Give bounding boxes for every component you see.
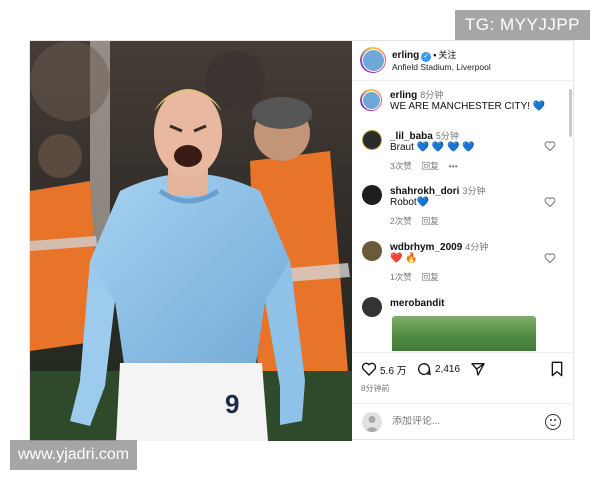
- caption-text: WE ARE MANCHESTER CITY!: [390, 101, 531, 112]
- comments-list[interactable]: erling 8分钟 WE ARE MANCHESTER CITY! 💙 _lil…: [352, 82, 575, 352]
- likes-count[interactable]: 5.6 万: [380, 362, 407, 377]
- verified-icon: ✓: [421, 52, 432, 62]
- comment-username[interactable]: shahrokh_dori: [390, 186, 459, 197]
- reply-button[interactable]: 回复: [422, 216, 439, 226]
- like-comment-heart-icon[interactable]: [544, 252, 556, 264]
- comment-text-row: Robot💙: [390, 197, 429, 208]
- author-username[interactable]: erling: [392, 50, 419, 61]
- like-group: 5.6 万: [361, 361, 407, 377]
- comment-meta: 1次赞 回复: [390, 271, 449, 283]
- comment-icon[interactable]: [416, 361, 432, 377]
- more-options-icon[interactable]: •••: [449, 161, 458, 171]
- comment-likes[interactable]: 3次赞: [390, 161, 412, 171]
- current-user-avatar: [362, 412, 382, 432]
- author-avatar[interactable]: [360, 47, 386, 73]
- comment-meta: 2次赞 回复: [390, 215, 449, 227]
- comment-image-preview[interactable]: [392, 316, 536, 351]
- comment-avatar[interactable]: [362, 130, 382, 150]
- comment-username[interactable]: wdbrhym_2009: [390, 242, 462, 253]
- comment-username-row: wdbrhym_2009 4分钟: [390, 240, 488, 253]
- comment-username-row: merobandit: [390, 298, 444, 309]
- post-side-panel: erling ✓ • 关注 Anfield Stadium, Liverpool er…: [352, 41, 575, 441]
- heart-icon[interactable]: [361, 361, 377, 377]
- watermark-top: TG: MYYJJPP: [454, 10, 590, 40]
- share-icon[interactable]: [470, 361, 486, 377]
- caption-username[interactable]: erling: [390, 90, 417, 101]
- comment-text-row: ❤️ 🔥: [390, 253, 418, 264]
- add-comment-bar: [352, 403, 575, 441]
- comment-input[interactable]: [392, 416, 532, 427]
- comment-likes[interactable]: 1次赞: [390, 272, 412, 282]
- post-location[interactable]: Anfield Stadium, Liverpool: [392, 62, 491, 72]
- caption-text-row: WE ARE MANCHESTER CITY! 💙: [390, 101, 545, 112]
- comment-avatar[interactable]: [362, 297, 382, 317]
- follow-button[interactable]: 关注: [438, 50, 456, 60]
- player-photo-illustration: 9: [30, 41, 352, 441]
- caption-time: 8分钟: [420, 90, 444, 100]
- comment-username-row: _lil_baba 5分钟: [390, 129, 459, 142]
- comment-text: Braut: [390, 142, 414, 153]
- emoji-icon[interactable]: [545, 414, 561, 430]
- post-photo[interactable]: 9: [30, 41, 352, 441]
- comments-count[interactable]: 2,416: [435, 364, 460, 375]
- comment-username-row: shahrokh_dori 3分钟: [390, 184, 485, 197]
- like-comment-heart-icon[interactable]: [544, 140, 556, 152]
- comment-avatar[interactable]: [362, 185, 382, 205]
- comment-likes[interactable]: 2次赞: [390, 216, 412, 226]
- comment-username[interactable]: merobandit: [390, 298, 444, 309]
- comment-time: 4分钟: [465, 242, 489, 252]
- reply-button[interactable]: 回复: [422, 272, 439, 282]
- jersey-number: 9: [225, 389, 239, 419]
- comment-meta: 3次赞 回复 •••: [390, 160, 468, 172]
- comment-text-row: Braut 💙 💙 💙 💙: [390, 142, 475, 153]
- reply-button[interactable]: 回复: [422, 161, 439, 171]
- comment-text: Robot: [390, 197, 417, 208]
- comment-emoji: 💙: [416, 197, 430, 208]
- separator-dot: •: [433, 50, 437, 60]
- comment-username[interactable]: _lil_baba: [390, 131, 433, 142]
- comment-time: 3分钟: [462, 186, 486, 196]
- caption-emoji: 💙: [532, 101, 546, 112]
- comment-emoji: 💙 💙 💙 💙: [416, 142, 475, 153]
- header-username-row: erling ✓ • 关注: [392, 48, 456, 62]
- instagram-post: 9 erling ✓ • 关注 Anfield Stadium, Liverpool: [29, 40, 575, 441]
- comments-scrollbar[interactable]: [569, 89, 572, 137]
- caption-username-row: erling 8分钟: [390, 88, 443, 101]
- comment-time: 5分钟: [435, 131, 459, 141]
- comment-group: 2,416: [416, 361, 460, 377]
- post-time-ago: 8分钟前: [361, 384, 390, 393]
- post-header: erling ✓ • 关注 Anfield Stadium, Liverpool: [352, 41, 575, 81]
- comment-emoji: ❤️ 🔥: [390, 253, 418, 264]
- bookmark-icon[interactable]: [550, 361, 564, 377]
- like-comment-heart-icon[interactable]: [544, 196, 556, 208]
- watermark-bottom: www.yjadri.com: [10, 440, 138, 470]
- caption-avatar[interactable]: [360, 89, 382, 111]
- comment-avatar[interactable]: [362, 241, 382, 261]
